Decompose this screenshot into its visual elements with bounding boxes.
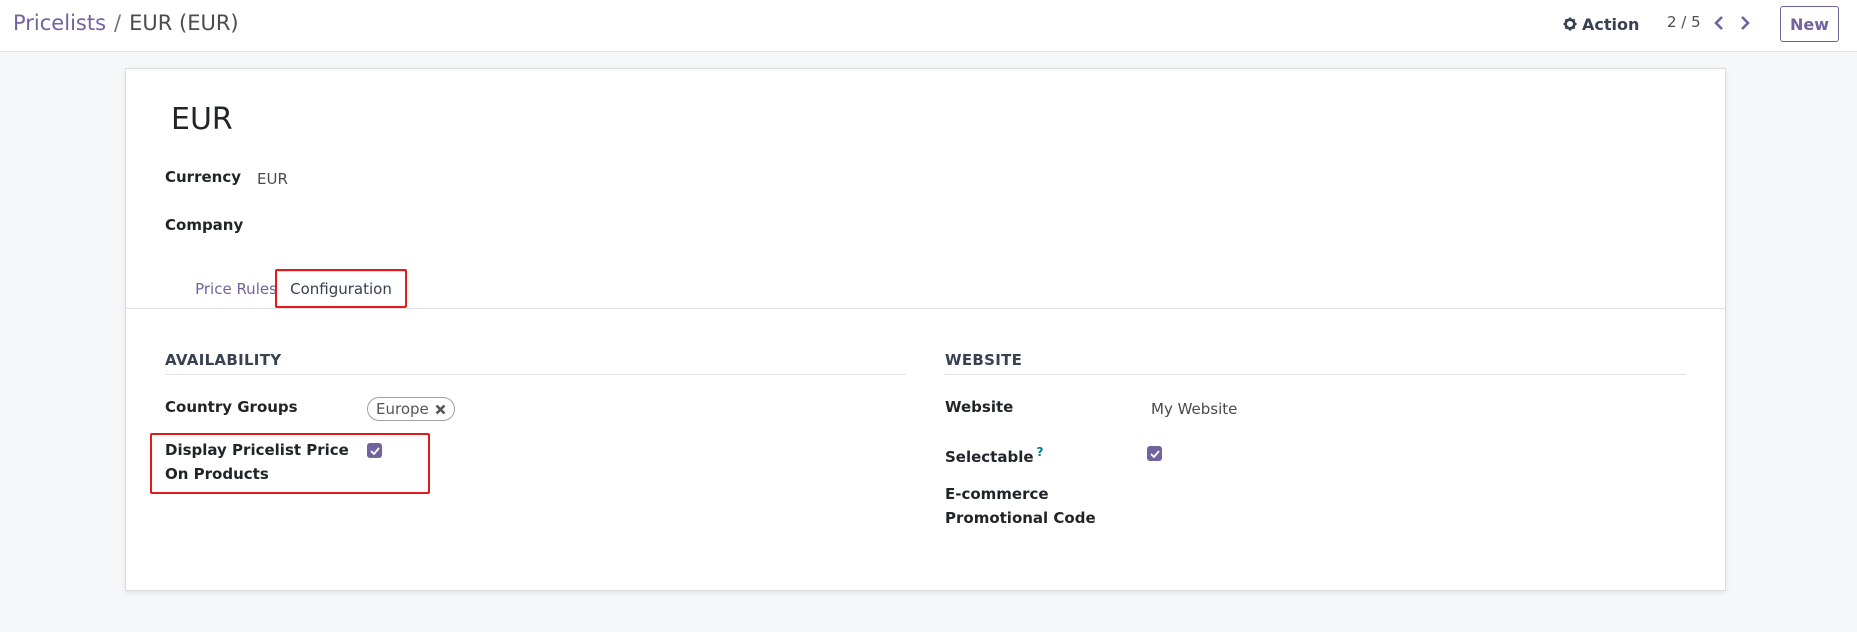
breadcrumb-current: EUR (EUR) bbox=[129, 11, 239, 35]
country-group-tag[interactable]: Europe bbox=[367, 397, 455, 421]
selectable-label: Selectable? bbox=[945, 440, 1044, 469]
country-group-tag-label: Europe bbox=[376, 400, 429, 418]
gear-icon bbox=[1563, 17, 1577, 31]
website-field[interactable]: My Website bbox=[1151, 397, 1237, 421]
close-icon[interactable] bbox=[435, 404, 446, 415]
company-label: Company bbox=[165, 216, 244, 234]
display-pricelist-price-label-line2: On Products bbox=[165, 465, 269, 483]
website-section-title: WEBSITE bbox=[945, 351, 1023, 369]
ecommerce-promo-code-label-line2: Promotional Code bbox=[945, 509, 1096, 527]
country-groups-label: Country Groups bbox=[165, 398, 298, 416]
ecommerce-promo-code-label: E-commerce Promotional Code bbox=[945, 482, 1096, 530]
tabs-divider bbox=[126, 308, 1725, 309]
record-title[interactable]: EUR bbox=[171, 102, 233, 137]
availability-section-title: AVAILABILITY bbox=[165, 351, 282, 369]
selectable-label-text: Selectable bbox=[945, 448, 1034, 466]
checkmark-icon bbox=[1149, 449, 1160, 458]
chevron-right-icon bbox=[1741, 16, 1750, 30]
new-button[interactable]: New bbox=[1780, 6, 1839, 42]
website-label: Website bbox=[945, 398, 1014, 416]
pager-next-button[interactable] bbox=[1737, 13, 1753, 33]
checkmark-icon bbox=[369, 446, 380, 455]
display-pricelist-price-checkbox[interactable] bbox=[367, 443, 382, 458]
control-panel: Pricelists / EUR (EUR) Action 2 / 5 New bbox=[0, 0, 1857, 52]
action-label: Action bbox=[1582, 14, 1640, 34]
company-field[interactable] bbox=[257, 213, 657, 237]
website-divider bbox=[945, 374, 1686, 375]
form-sheet: EUR Currency EUR Company Price Rules Con… bbox=[125, 68, 1726, 591]
pager-previous-button[interactable] bbox=[1711, 13, 1727, 33]
selectable-checkbox[interactable] bbox=[1147, 446, 1162, 461]
tab-configuration[interactable]: Configuration bbox=[275, 271, 407, 307]
action-button[interactable]: Action bbox=[1563, 12, 1639, 36]
currency-label: Currency bbox=[165, 168, 242, 186]
pager-value[interactable]: 2 / 5 bbox=[1667, 13, 1701, 31]
currency-field[interactable]: EUR bbox=[257, 167, 288, 191]
ecommerce-promo-code-field[interactable] bbox=[1151, 484, 1551, 508]
chevron-left-icon bbox=[1714, 16, 1723, 30]
display-pricelist-price-label-line1: Display Pricelist Price bbox=[165, 441, 349, 459]
selectable-help-tooltip[interactable]: ? bbox=[1037, 445, 1044, 459]
breadcrumb-separator: / bbox=[114, 11, 122, 35]
availability-divider bbox=[165, 374, 906, 375]
breadcrumb: Pricelists / EUR (EUR) bbox=[13, 9, 239, 37]
ecommerce-promo-code-label-line1: E-commerce bbox=[945, 485, 1049, 503]
display-pricelist-price-label: Display Pricelist Price On Products bbox=[165, 438, 349, 486]
breadcrumb-pricelists-link[interactable]: Pricelists bbox=[13, 11, 106, 35]
